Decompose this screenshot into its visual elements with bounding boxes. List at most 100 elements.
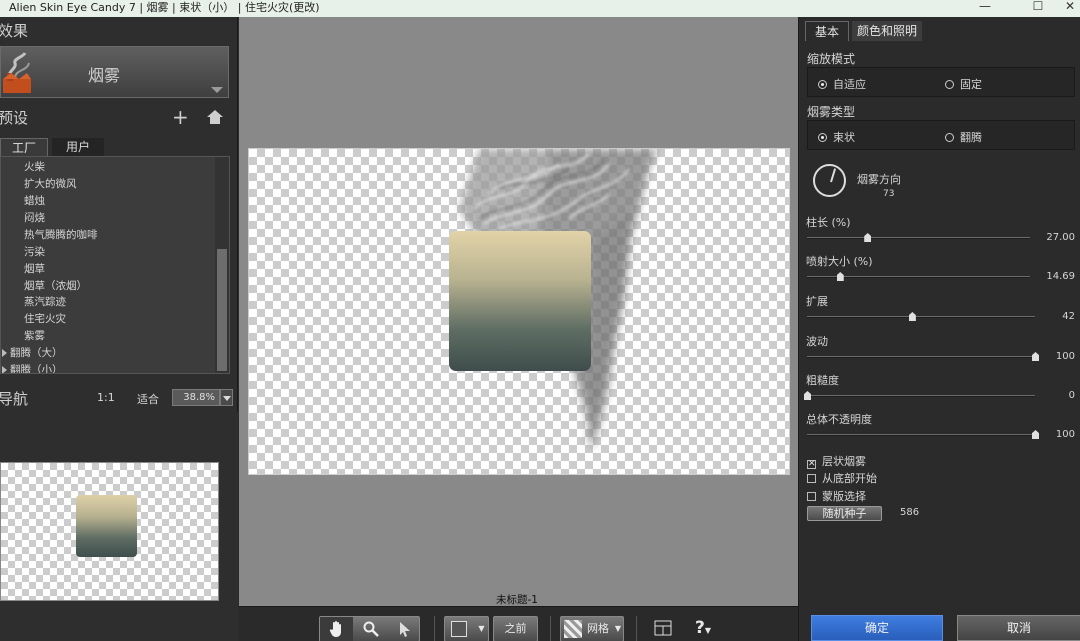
direction-dial[interactable] <box>813 164 846 197</box>
layout-icon[interactable] <box>652 616 674 640</box>
pointer-icon[interactable] <box>388 617 421 641</box>
list-item[interactable]: 污染 <box>24 244 45 259</box>
slider-track[interactable] <box>804 391 1035 400</box>
scrollbar-thumb[interactable] <box>217 249 227 371</box>
checkbox-label: 层状烟雾 <box>822 455 866 468</box>
list-item[interactable]: 闷烧 <box>24 210 45 225</box>
grid-label: 网格 <box>587 622 609 635</box>
radio-label: 固定 <box>960 78 982 91</box>
maximize-icon[interactable]: ☐ <box>1018 0 1058 17</box>
list-item[interactable]: 扩大的微风 <box>24 176 77 191</box>
slider-value: 100 <box>1055 351 1075 362</box>
tab-factory[interactable]: 工厂 <box>0 138 48 156</box>
slider-track[interactable] <box>807 312 1035 321</box>
effect-selector[interactable]: 烟雾 <box>0 46 229 98</box>
radio-adaptive[interactable]: 自适应 <box>818 76 866 92</box>
list-item[interactable]: 蜡烛 <box>24 193 45 208</box>
settings-panel: 基本 颜色和照明 缩放模式 自适应 固定 烟雾类型 束状 翻腾 烟雾方向 73 … <box>798 17 1080 641</box>
effect-name: 烟雾 <box>88 66 121 85</box>
list-item-selected[interactable]: 住宅火灾 <box>24 311 66 326</box>
close-icon[interactable]: ✕ <box>1060 0 1080 17</box>
radio-fixed[interactable]: 固定 <box>945 76 982 92</box>
slider-thumb[interactable] <box>1032 430 1039 439</box>
cancel-button[interactable]: 取消 <box>957 615 1080 641</box>
document-canvas[interactable] <box>248 148 790 475</box>
tool-group <box>319 616 420 641</box>
checker-icon <box>563 617 583 641</box>
preset-scrollbar[interactable] <box>215 157 229 373</box>
expand-arrow-icon[interactable] <box>2 366 7 373</box>
chevron-down-icon[interactable]: ▼ <box>612 617 624 641</box>
zoom-mode-label: 缩放模式 <box>807 52 856 66</box>
slider-thumb[interactable] <box>804 391 811 400</box>
expand-arrow-icon[interactable] <box>2 349 7 357</box>
radio-label: 束状 <box>833 131 855 144</box>
chevron-down-icon[interactable] <box>220 389 233 406</box>
slider-value: 27.00 <box>1046 232 1075 243</box>
grid-button[interactable]: 网格 ▼ <box>560 616 624 641</box>
navigator-preview-image <box>76 495 137 557</box>
zoom-icon[interactable] <box>354 617 387 641</box>
zoom-mode-group: 自适应 固定 <box>807 67 1075 97</box>
checkbox-checked-icon: ✕ <box>807 459 816 469</box>
presets-section-title: 预设 <box>0 109 29 127</box>
slider-track[interactable] <box>807 272 1030 281</box>
slider-value: 14.69 <box>1046 271 1075 282</box>
slider-label: 粗糙度 <box>806 374 839 387</box>
plus-icon[interactable]: + <box>172 105 189 129</box>
bottom-toolbar: ▼ 之前 网格 ▼ ?▼ <box>239 606 798 641</box>
radio-label: 自适应 <box>833 78 866 91</box>
window-title: Alien Skin Eye Candy 7 | 烟雾 | 束状（小） | 住宅… <box>9 1 320 14</box>
slider-track[interactable] <box>807 233 1030 242</box>
list-group[interactable]: 翻腾（小） <box>10 362 63 373</box>
effects-section-title: 效果 <box>0 22 29 40</box>
slider-label: 总体不透明度 <box>806 413 872 426</box>
ratio-button[interactable]: 1:1 <box>97 391 115 404</box>
zoom-input[interactable]: 38.8% <box>172 389 220 406</box>
fit-button[interactable]: 适合 <box>137 391 159 407</box>
slider-value: 0 <box>1068 390 1075 401</box>
preview-swatch-button[interactable]: ▼ <box>444 616 489 641</box>
list-item[interactable]: 紫雾 <box>24 328 45 343</box>
slider-thumb[interactable] <box>908 312 916 321</box>
swatch-icon <box>447 617 471 641</box>
question-icon[interactable]: ?▼ <box>688 616 718 640</box>
navigator-preview[interactable] <box>0 462 219 601</box>
minimize-icon[interactable]: — <box>965 0 1005 17</box>
checkbox-start-from-bottom[interactable]: 从底部开始 <box>807 470 877 486</box>
slider-thumb[interactable] <box>1032 352 1039 361</box>
direction-label: 烟雾方向 <box>857 173 901 186</box>
preset-list: 火柴 扩大的微风 蜡烛 闷烧 热气腾腾的咖啡 污染 烟草 烟草（浓烟） 蒸汽踪迹… <box>0 156 230 374</box>
home-icon[interactable] <box>207 110 223 124</box>
slider-label: 扩展 <box>806 295 828 308</box>
tab-color-lighting[interactable]: 颜色和照明 <box>852 21 922 41</box>
list-item[interactable]: 热气腾腾的咖啡 <box>24 227 98 242</box>
list-item[interactable]: 蒸汽踪迹 <box>24 294 66 309</box>
random-seed-value: 586 <box>900 507 920 518</box>
hand-icon[interactable] <box>320 617 353 641</box>
tab-user[interactable]: 用户 <box>52 138 104 156</box>
list-item[interactable]: 火柴 <box>24 159 45 174</box>
toolbar-divider <box>434 616 435 641</box>
left-panel: 效果 烟雾 预设 + 工厂 用户 火柴 扩大的微风 蜡烛 闷烧 热气腾腾的咖啡 … <box>0 17 238 641</box>
slider-thumb[interactable] <box>864 233 872 242</box>
checkbox-mask-selection[interactable]: 蒙版选择 <box>807 488 866 504</box>
slider-track[interactable] <box>807 352 1039 361</box>
chevron-down-icon[interactable]: ▼ <box>475 617 488 641</box>
random-seed-button[interactable]: 随机种子 <box>807 506 882 521</box>
slider-track[interactable] <box>807 430 1039 439</box>
radio-bundle[interactable]: 束状 <box>818 129 855 145</box>
slider-label: 柱长 (%) <box>806 216 851 229</box>
list-item[interactable]: 烟草（浓烟） <box>24 278 87 293</box>
checkbox-layered-smoke[interactable]: ✕ 层状烟雾 <box>807 453 866 469</box>
slider-thumb[interactable] <box>836 272 844 281</box>
ok-button[interactable]: 确定 <box>811 615 943 641</box>
before-label: 之前 <box>504 622 527 635</box>
radio-billow[interactable]: 翻腾 <box>945 129 982 145</box>
chevron-down-icon[interactable] <box>211 87 223 93</box>
tab-basic[interactable]: 基本 <box>805 21 849 41</box>
list-item[interactable]: 烟草 <box>24 261 45 276</box>
toolbar-divider <box>636 616 637 641</box>
before-button[interactable]: 之前 <box>493 616 538 641</box>
list-group[interactable]: 翻腾（大） <box>10 345 63 360</box>
